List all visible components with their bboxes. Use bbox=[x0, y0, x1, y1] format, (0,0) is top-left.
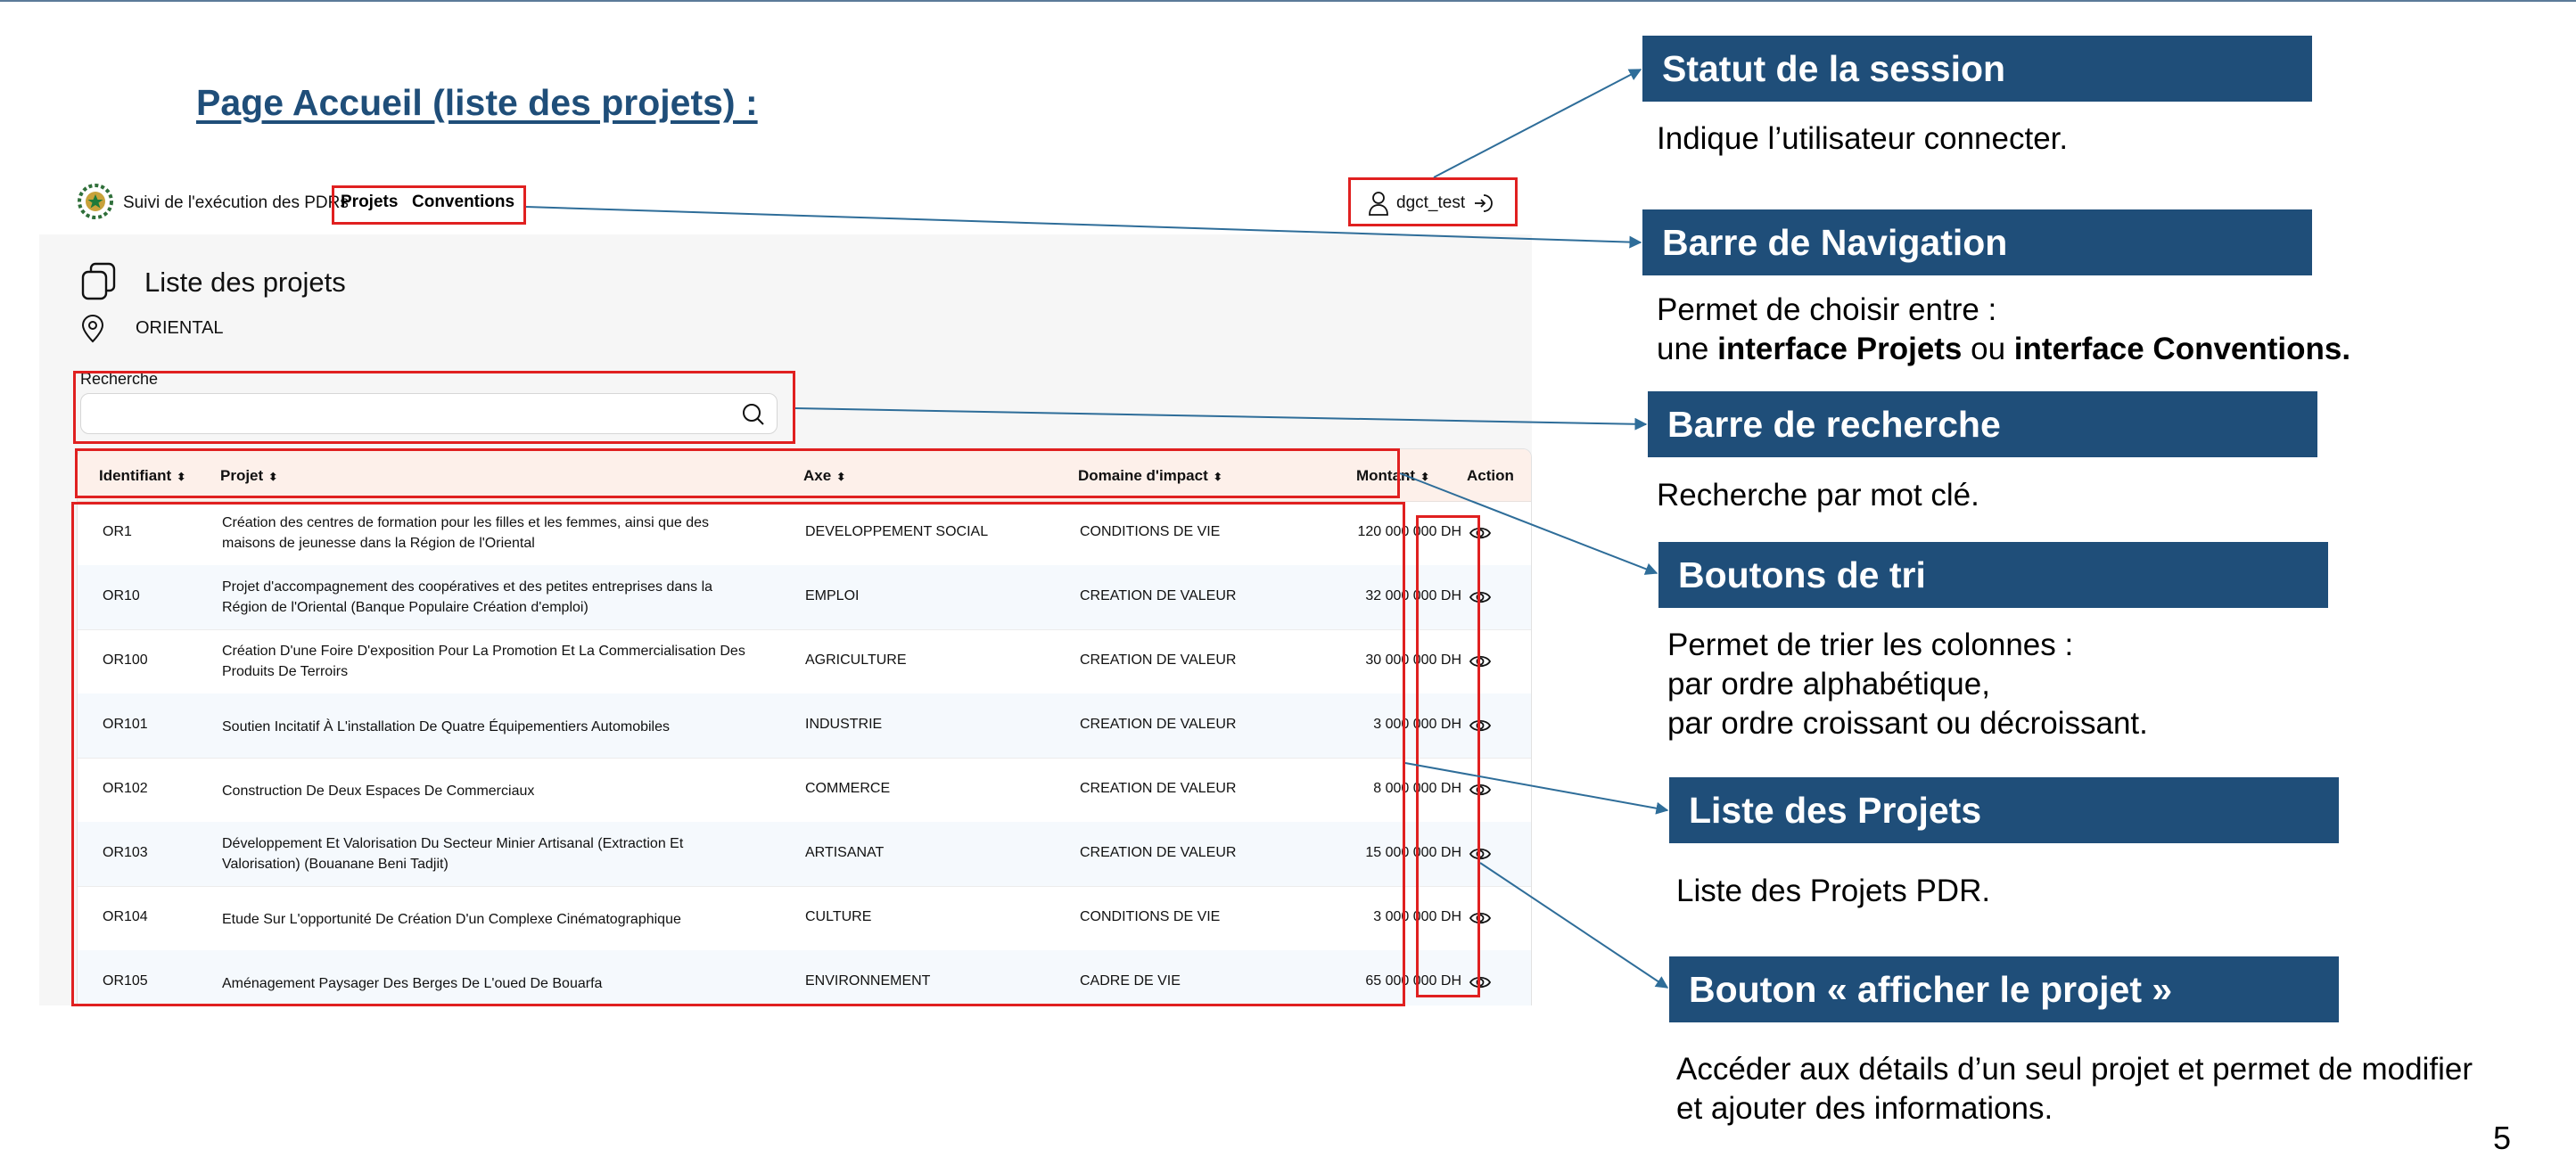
callout-sort-desc-1: Permet de trier les colonnes : bbox=[1667, 628, 2074, 662]
callout-view-title: Bouton « afficher le projet » bbox=[1669, 956, 2339, 1022]
callout-view-desc-2: et ajouter des informations. bbox=[1676, 1091, 2053, 1126]
page-number: 5 bbox=[2493, 1120, 2512, 1156]
callout-sort-desc-2: par ordre alphabétique, bbox=[1667, 667, 1990, 702]
callout-session-desc: Indique l’utilisateur connecter. bbox=[1657, 121, 2069, 156]
callout-search-title: Barre de recherche bbox=[1648, 391, 2317, 457]
callout-navigation-desc-2: une interface Projets ou interface Conve… bbox=[1657, 332, 2351, 366]
callout-session-title: Statut de la session bbox=[1642, 36, 2312, 102]
callout-navigation-desc-1: Permet de choisir entre : bbox=[1657, 292, 1997, 327]
callout-view-desc-1: Accéder aux détails d’un seul projet et … bbox=[1676, 1052, 2473, 1087]
callout-list-desc: Liste des Projets PDR. bbox=[1676, 874, 1991, 908]
callout-list-title: Liste des Projets bbox=[1669, 777, 2339, 843]
callout-sort-title: Boutons de tri bbox=[1658, 542, 2328, 608]
callout-search-desc: Recherche par mot clé. bbox=[1657, 478, 1979, 513]
callout-navigation-title: Barre de Navigation bbox=[1642, 209, 2312, 275]
callout-sort-desc-3: par ordre croissant ou décroissant. bbox=[1667, 706, 2148, 741]
